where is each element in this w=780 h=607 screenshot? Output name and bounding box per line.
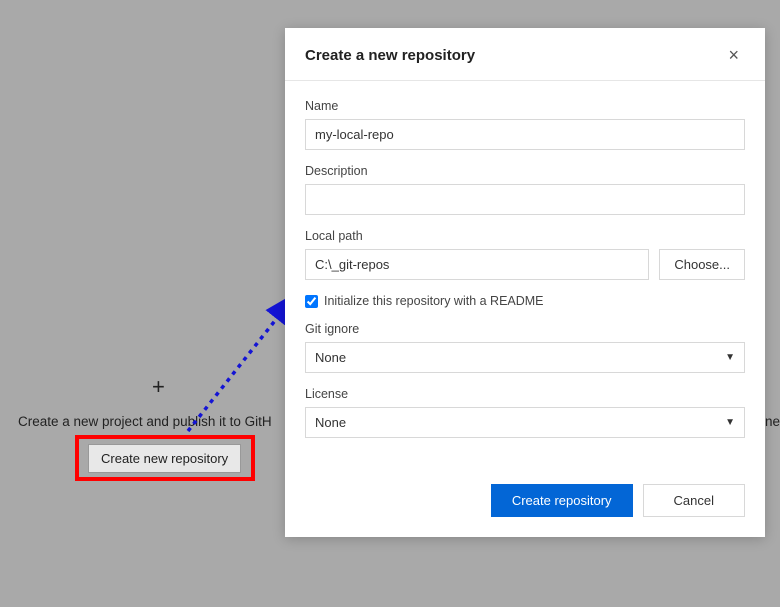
cancel-button[interactable]: Cancel	[643, 484, 745, 517]
modal-title: Create a new repository	[305, 47, 475, 64]
readme-checkbox-row[interactable]: Initialize this repository with a README	[305, 294, 745, 308]
create-repository-button[interactable]: Create repository	[491, 484, 633, 517]
readme-checkbox-label: Initialize this repository with a README	[324, 294, 544, 308]
description-label: Description	[305, 164, 745, 178]
name-label: Name	[305, 99, 745, 113]
background-description: Create a new project and publish it to G…	[18, 414, 272, 429]
git-ignore-group: Git ignore None ▼	[305, 322, 745, 373]
git-ignore-value: None	[315, 350, 346, 365]
modal-footer: Create repository Cancel	[285, 462, 765, 537]
local-path-input[interactable]	[305, 249, 649, 280]
create-repository-modal: Create a new repository × Name Descripti…	[285, 28, 765, 537]
readme-checkbox[interactable]	[305, 295, 318, 308]
chevron-down-icon: ▼	[725, 417, 735, 428]
description-group: Description	[305, 164, 745, 215]
name-input[interactable]	[305, 119, 745, 150]
license-label: License	[305, 387, 745, 401]
license-group: License None ▼	[305, 387, 745, 438]
chevron-down-icon: ▼	[725, 352, 735, 363]
plus-icon: +	[152, 376, 165, 398]
create-new-repository-button[interactable]: Create new repository	[88, 444, 241, 473]
description-input[interactable]	[305, 184, 745, 215]
local-path-group: Local path Choose...	[305, 229, 745, 280]
modal-body: Name Description Local path Choose... In…	[285, 81, 765, 462]
git-ignore-select[interactable]: None ▼	[305, 342, 745, 373]
name-group: Name	[305, 99, 745, 150]
local-path-label: Local path	[305, 229, 745, 243]
choose-button[interactable]: Choose...	[659, 249, 745, 280]
license-value: None	[315, 415, 346, 430]
license-select[interactable]: None ▼	[305, 407, 745, 438]
close-icon[interactable]: ×	[722, 44, 745, 66]
modal-header: Create a new repository ×	[285, 28, 765, 81]
git-ignore-label: Git ignore	[305, 322, 745, 336]
